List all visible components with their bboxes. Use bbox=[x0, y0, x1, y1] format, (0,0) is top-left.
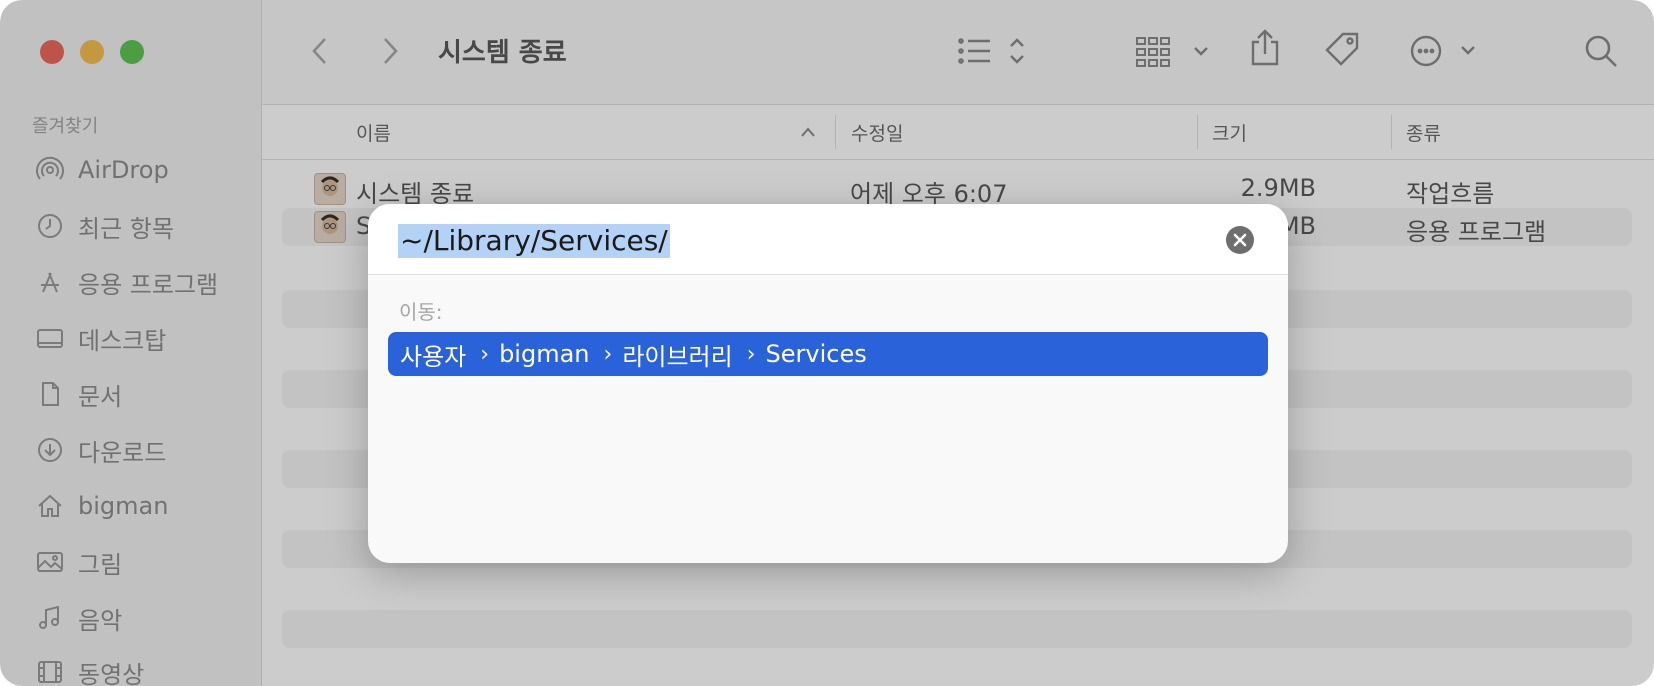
path-suggestion[interactable]: 사용자 › bigman › 라이브러리 › Services bbox=[388, 332, 1268, 376]
path-input-area: ~/Library/Services/ bbox=[368, 204, 1288, 275]
path-crumb: bigman bbox=[499, 340, 590, 368]
chevron-right-icon: › bbox=[603, 341, 613, 367]
clear-button[interactable] bbox=[1226, 226, 1254, 254]
path-crumb: 라이브러리 bbox=[622, 342, 733, 371]
path-input[interactable]: ~/Library/Services/ bbox=[398, 224, 670, 258]
goto-label: 이동: bbox=[399, 300, 443, 324]
chevron-right-icon: › bbox=[480, 341, 490, 367]
path-crumb: 사용자 bbox=[400, 342, 467, 371]
go-to-folder-dialog: ~/Library/Services/ 이동: 사용자 › bigman › 라… bbox=[368, 204, 1288, 563]
chevron-right-icon: › bbox=[746, 341, 756, 367]
clear-x-icon bbox=[1233, 233, 1247, 247]
path-crumb: Services bbox=[765, 340, 867, 368]
finder-window: 즐겨찾기 AirDrop 최근 항목 응용 프로그램 데스크탑 문서 다운로드 … bbox=[0, 0, 1654, 686]
